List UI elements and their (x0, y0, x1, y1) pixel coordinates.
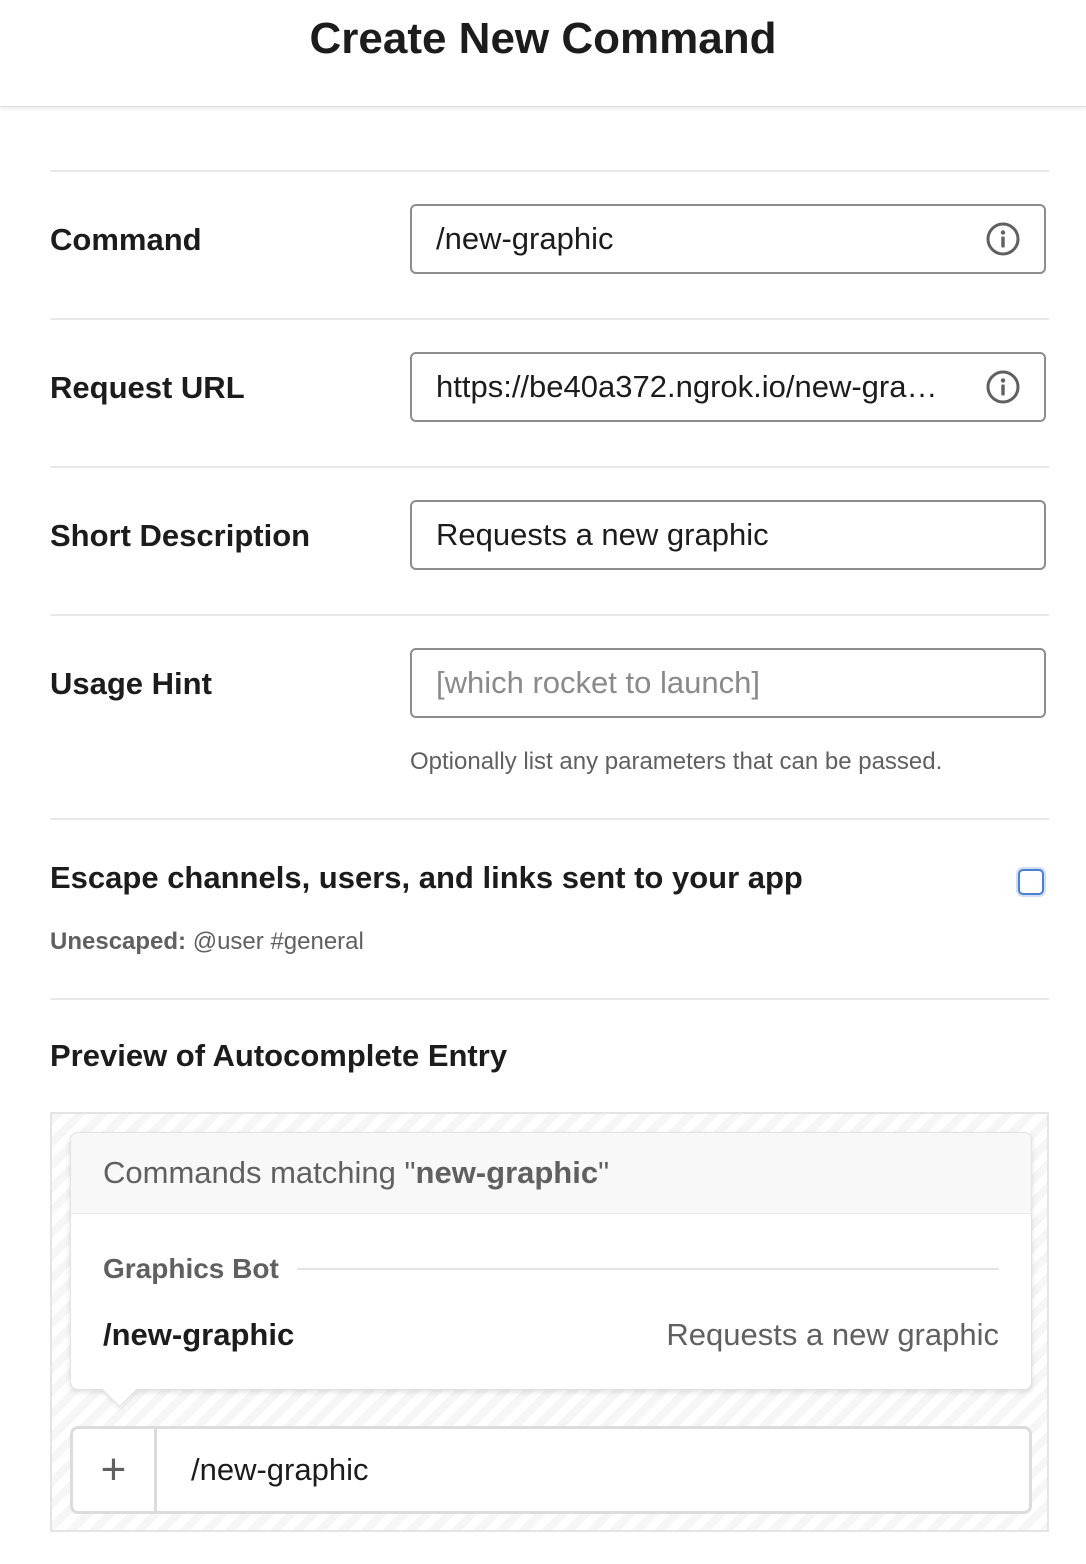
escape-checkbox[interactable] (1018, 869, 1044, 895)
autocomplete-header: Commands matching " new-graphic " (71, 1133, 1031, 1214)
preview-title: Preview of Autocomplete Entry (50, 1038, 508, 1073)
divider (50, 318, 1049, 320)
usage-hint-help: Optionally list any parameters that can … (410, 748, 943, 775)
page-title: Create New Command (309, 14, 777, 63)
request-url-field[interactable]: https://be40a372.ngrok.io/new-gra… (410, 352, 1046, 422)
divider (50, 998, 1049, 1000)
request-url-value[interactable]: https://be40a372.ngrok.io/new-gra… (412, 369, 966, 405)
usage-hint-placeholder[interactable]: [which rocket to launch] (412, 665, 1044, 701)
matching-term: new-graphic (415, 1155, 599, 1190)
autocomplete-card: Commands matching " new-graphic " Graphics… (70, 1132, 1032, 1390)
autocomplete-app-row: Graphics Bot (103, 1253, 999, 1285)
short-description-field[interactable]: Requests a new graphic (410, 500, 1046, 570)
unescaped-example: @user #general (192, 928, 364, 955)
matching-suffix: " (598, 1155, 610, 1190)
page-header: Create New Command (0, 0, 1086, 107)
info-icon[interactable] (986, 370, 1020, 404)
app-name: Graphics Bot (103, 1253, 279, 1284)
matching-prefix: Commands matching " (103, 1155, 416, 1190)
plus-icon[interactable]: + (73, 1429, 157, 1511)
request-url-label: Request URL (50, 370, 245, 405)
composer-text[interactable]: /new-graphic (157, 1452, 368, 1488)
command-value[interactable]: /new-graphic (412, 221, 966, 257)
divider (50, 818, 1049, 820)
unescaped-note: Unescaped: @user #general (50, 928, 364, 956)
escape-label: Escape channels, users, and links sent t… (50, 860, 803, 895)
divider (50, 170, 1049, 172)
usage-hint-label: Usage Hint (50, 666, 212, 701)
info-icon[interactable] (986, 222, 1020, 256)
autocomplete-command[interactable]: /new-graphic (103, 1317, 294, 1353)
app-separator (296, 1268, 999, 1270)
usage-hint-field[interactable]: [which rocket to launch] (410, 648, 1046, 718)
short-description-label: Short Description (50, 518, 311, 553)
command-label: Command (50, 222, 202, 257)
autocomplete-description: Requests a new graphic (666, 1317, 999, 1352)
divider (50, 466, 1049, 468)
unescaped-label: Unescaped: (50, 928, 187, 955)
message-composer[interactable]: + /new-graphic (70, 1426, 1032, 1514)
divider (50, 614, 1049, 616)
short-description-value[interactable]: Requests a new graphic (412, 517, 1044, 553)
autocomplete-preview: Commands matching " new-graphic " Graphics… (50, 1112, 1049, 1532)
command-field[interactable]: /new-graphic (410, 204, 1046, 274)
